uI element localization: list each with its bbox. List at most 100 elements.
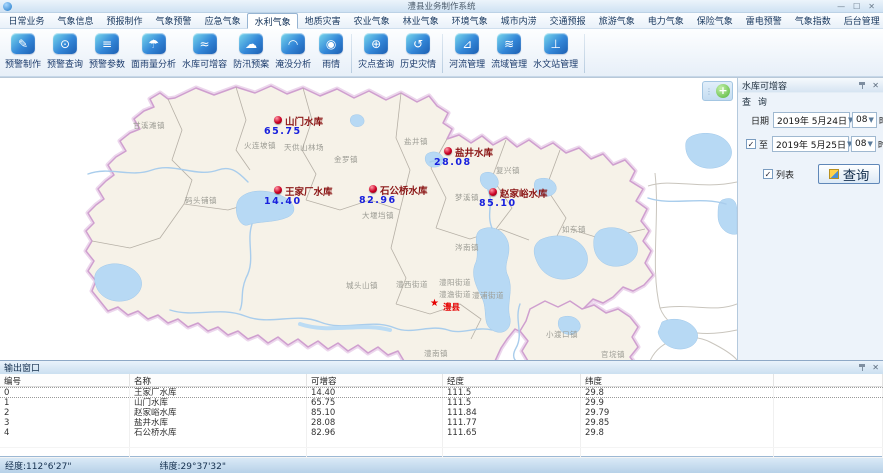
hour-to-select[interactable]: 08 ▼ xyxy=(851,136,876,152)
toolbar-divider xyxy=(442,34,443,73)
minimize-button[interactable]: — xyxy=(837,0,845,13)
reservoir-dot-icon xyxy=(489,188,497,196)
hour-suffix-label: 时 xyxy=(879,114,883,127)
menu-tab[interactable]: 保险气象 xyxy=(690,13,739,28)
column-header[interactable]: 纬度 xyxy=(581,374,774,387)
town-label: 官垸镇 xyxy=(601,349,625,360)
town-label: 梦溪镇 xyxy=(455,192,479,203)
empty-table-row xyxy=(0,438,883,448)
maximize-button[interactable]: ☐ xyxy=(853,0,860,13)
county-seat-label: 澧县 xyxy=(443,301,460,313)
toolbar-button[interactable]: ≋ 流域管理 xyxy=(488,31,530,76)
menu-tab[interactable]: 城市内涝 xyxy=(494,13,543,28)
cell-name: 石公桥水库 xyxy=(130,428,307,438)
menu-tab[interactable]: 雷电预警 xyxy=(739,13,788,28)
town-label: 火连坡镇 xyxy=(244,140,276,151)
reservoir-capacity-value: 85.10 xyxy=(479,198,517,209)
toolbar-divider xyxy=(351,34,352,73)
toolbar-icon: ⊙ xyxy=(53,33,77,54)
pin-icon[interactable] xyxy=(858,81,867,90)
menu-tab[interactable]: 环境气象 xyxy=(445,13,494,28)
column-header[interactable]: 经度 xyxy=(443,374,581,387)
menu-tab[interactable]: 地质灾害 xyxy=(298,13,347,28)
toolbar-button-label: 面雨量分析 xyxy=(131,57,176,70)
column-header[interactable]: 编号 xyxy=(0,374,130,387)
date-from-select[interactable]: 2019年 5月24日 ▼ xyxy=(773,112,850,128)
toolbar-icon: ☁ xyxy=(239,33,263,54)
town-label: 小渡口镇 xyxy=(546,329,578,340)
menu-tab[interactable]: 农业气象 xyxy=(347,13,396,28)
toolbar-button[interactable]: ☂ 面雨量分析 xyxy=(128,31,179,76)
main-area: 甘溪滩镇火连坡镇天供山林场金罗镇盐井镇复兴镇码头铺镇梦溪镇大堰垱镇涔南镇如东镇城… xyxy=(0,77,883,360)
toolbar-button[interactable]: ≡ 预警参数 xyxy=(86,31,128,76)
menu-tab[interactable]: 应急气象 xyxy=(198,13,247,28)
output-window: 输出窗口 ✕ 编号 名称 可增容 经度 纬度 0 王家厂水库 14.40 111… xyxy=(0,360,883,456)
toolbar-button-label: 雨情 xyxy=(322,57,340,70)
toolbar-button[interactable]: ☁ 防汛预案 xyxy=(230,31,272,76)
toolbar-button[interactable]: ✎ 预警制作 xyxy=(2,31,44,76)
menu-tab[interactable]: 后台管理 xyxy=(837,13,883,28)
date-to-select[interactable]: 2019年 5月25日 ▼ xyxy=(772,136,849,152)
to-date-checkbox[interactable] xyxy=(746,139,756,149)
table-row[interactable]: 2 赵家峪水库 85.10 111.84 29.79 xyxy=(0,408,883,418)
toolbar-icon: ⊿ xyxy=(455,33,479,54)
menu-tab[interactable]: 日常业务 xyxy=(2,13,51,28)
table-row[interactable]: 3 盐井水库 28.08 111.77 29.85 xyxy=(0,418,883,428)
toolbar-button[interactable]: ⊥ 水文站管理 xyxy=(530,31,581,76)
toolbar-button[interactable]: ◠ 淹没分析 xyxy=(272,31,314,76)
menu-tab[interactable]: 旅游气象 xyxy=(592,13,641,28)
menu-tab[interactable]: 气象指数 xyxy=(788,13,837,28)
cell-longitude: 111.84 xyxy=(443,408,581,418)
toolbar-icon: ≈ xyxy=(193,33,217,54)
menu-tab[interactable]: 预报制作 xyxy=(100,13,149,28)
menu-tab[interactable]: 电力气象 xyxy=(641,13,690,28)
toolbar-button-label: 河流管理 xyxy=(449,57,485,70)
menu-bar: 日常业务气象信息预报制作气象预警应急气象水利气象地质灾害农业气象林业气象环境气象… xyxy=(0,13,883,29)
query-button[interactable]: 查询 xyxy=(818,164,880,184)
cell-id: 0 xyxy=(0,388,130,397)
cell-name: 盐井水库 xyxy=(130,418,307,428)
toolbar-button-label: 历史灾情 xyxy=(400,57,436,70)
toolbar-button[interactable]: ≈ 水库可增容 xyxy=(179,31,230,76)
toolbar-button-label: 水文站管理 xyxy=(533,57,578,70)
table-row[interactable]: 4 石公桥水库 82.96 111.65 29.8 xyxy=(0,428,883,438)
toolbar-button[interactable]: ↺ 历史灾情 xyxy=(397,31,439,76)
menu-tab[interactable]: 林业气象 xyxy=(396,13,445,28)
reservoir-dot-icon xyxy=(274,186,282,194)
toolbar-button[interactable]: ⊙ 预警查询 xyxy=(44,31,86,76)
status-bar: 经度:112°6'27" 纬度:29°37'32" xyxy=(0,456,883,473)
zoom-in-button[interactable]: + xyxy=(716,84,730,98)
hour-from-select[interactable]: 08 ▼ xyxy=(852,112,877,128)
latitude-readout: 纬度:29°37'32" xyxy=(160,459,227,472)
column-header[interactable]: 可增容 xyxy=(307,374,443,387)
map-toolbar[interactable]: + xyxy=(702,81,733,101)
menu-tab[interactable]: 气象预警 xyxy=(149,13,198,28)
reservoir-dot-icon xyxy=(369,185,377,193)
cell-latitude: 29.8 xyxy=(581,388,774,397)
table-row[interactable]: 0 王家厂水库 14.40 111.5 29.8 xyxy=(0,387,883,398)
column-header[interactable]: 名称 xyxy=(130,374,307,387)
town-label: 码头铺镇 xyxy=(185,195,217,206)
panel-header: 水库可增容 ✕ xyxy=(738,78,883,93)
toolbar-button[interactable]: ⊿ 河流管理 xyxy=(446,31,488,76)
menu-tab[interactable]: 交通预报 xyxy=(543,13,592,28)
table-row[interactable]: 1 山门水库 65.75 111.5 29.9 xyxy=(0,398,883,408)
cell-name: 赵家峪水库 xyxy=(130,408,307,418)
menu-tab[interactable]: 水利气象 xyxy=(247,13,298,29)
reservoir-dot-icon xyxy=(444,147,452,155)
toolbar-button[interactable]: ⊕ 灾点查询 xyxy=(355,31,397,76)
list-checkbox[interactable] xyxy=(763,169,773,179)
toolbar-button[interactable]: ◉ 雨情 xyxy=(314,31,348,76)
town-label: 大堰垱镇 xyxy=(362,210,394,221)
close-button[interactable]: ✕ xyxy=(868,0,875,13)
toolbar-icon: ⊕ xyxy=(364,33,388,54)
reservoir-dot-icon xyxy=(274,116,282,124)
map-canvas[interactable]: 甘溪滩镇火连坡镇天供山林场金罗镇盐井镇复兴镇码头铺镇梦溪镇大堰垱镇涔南镇如东镇城… xyxy=(0,78,737,360)
cell-longitude: 111.5 xyxy=(443,388,581,397)
toolbar-icon: ☂ xyxy=(142,33,166,54)
menu-tab[interactable]: 气象信息 xyxy=(51,13,100,28)
close-panel-icon[interactable]: ✕ xyxy=(872,363,879,372)
close-panel-icon[interactable]: ✕ xyxy=(872,81,879,90)
column-header-spacer xyxy=(774,374,883,387)
pin-icon[interactable] xyxy=(858,363,867,372)
